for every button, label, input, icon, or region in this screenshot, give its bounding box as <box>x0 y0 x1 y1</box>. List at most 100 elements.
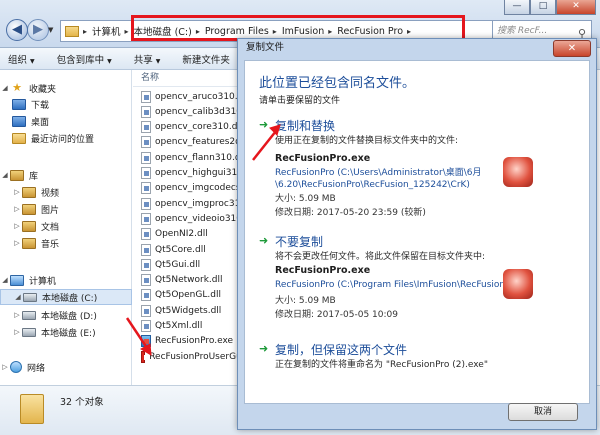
app-icon <box>503 157 533 187</box>
download-icon <box>12 98 26 110</box>
breadcrumb-computer[interactable]: 计算机 <box>92 24 121 38</box>
recent-places-icon <box>12 132 26 144</box>
music-icon <box>22 237 36 249</box>
file-row[interactable]: opencv_aruco310.dll <box>133 89 243 104</box>
drive-icon <box>22 310 36 320</box>
dll-file-icon <box>141 105 151 118</box>
nav-network[interactable]: ▷ 网络 <box>0 359 132 375</box>
file-row[interactable]: opencv_imgcodecs310.dll <box>133 181 243 196</box>
app-icon <box>503 269 533 299</box>
nav-item-drive-d[interactable]: ▷ 本地磁盘 (D:) <box>0 307 132 323</box>
forward-button[interactable]: ▶ <box>27 19 49 41</box>
nav-item-drive-e[interactable]: ▷ 本地磁盘 (E:) <box>0 324 132 340</box>
nav-libraries[interactable]: ◢ 库 <box>0 167 132 183</box>
option-description: 将不会更改任何文件。将此文件保留在目标文件夹中: <box>275 252 486 262</box>
file-row[interactable]: RecFusionProUserGuide.pdf <box>133 349 243 364</box>
file-name: Qt5Core.dll <box>155 244 206 255</box>
file-modified: 修改日期: 2017-05-20 23:59 (较新) <box>275 208 426 218</box>
network-icon <box>10 361 22 373</box>
back-button[interactable]: ◀ <box>6 19 28 41</box>
new-folder-button[interactable]: 新建文件夹 <box>182 52 230 66</box>
file-row[interactable]: Qt5Xml.dll <box>133 319 243 334</box>
maximize-button[interactable]: □ <box>530 0 556 15</box>
exe-file-icon <box>141 335 151 348</box>
chevron-down-icon: ▼ <box>155 57 161 65</box>
chevron-down-icon: ▼ <box>30 57 35 65</box>
file-row[interactable]: OpenNI2.dll <box>133 227 243 242</box>
nav-item-recent-places[interactable]: 最近访问的位置 <box>0 130 132 146</box>
file-row[interactable]: opencv_imgproc310.dll <box>133 196 243 211</box>
nav-computer[interactable]: ◢ 计算机 <box>0 272 132 288</box>
file-name: Qt5OpenGL.dll <box>155 290 221 301</box>
navigation-pane: ◢ ★ 收藏夹 下载 桌面 最近访问的位置 ◢ 库 ▷ 视频 ▷ 图片 ▷ 文档 ▷ 音乐 ◢… <box>0 70 132 385</box>
file-row[interactable]: Qt5Core.dll <box>133 242 243 257</box>
file-name: Qt5Widgets.dll <box>155 305 222 316</box>
dll-file-icon <box>141 136 151 149</box>
dialog-body: 此位置已经包含同名文件。 请单击要保留的文件 ➜ 复制和替换 使用正在复制的文件… <box>244 60 590 404</box>
star-icon: ★ <box>12 80 22 94</box>
document-icon <box>22 220 36 232</box>
file-name: opencv_calib3d310.dll <box>155 106 243 117</box>
file-name: Qt5Xml.dll <box>155 321 203 331</box>
nav-item-music[interactable]: ▷ 音乐 <box>0 235 132 251</box>
file-row[interactable]: opencv_videoio310.dll <box>133 211 243 226</box>
computer-icon <box>10 274 24 286</box>
file-list: 名称 opencv_aruco310.dll opencv_calib3d310.… <box>133 70 243 385</box>
option-copy-and-replace[interactable]: ➜ 复制和替换 使用正在复制的文件替换目标文件夹中的文件: RecFusionP… <box>259 117 579 247</box>
arrow-right-icon: ➜ <box>259 342 269 355</box>
nav-item-desktop[interactable]: 桌面 <box>0 113 132 129</box>
option-title: 复制，但保留这两个文件 <box>275 343 408 357</box>
dll-file-icon <box>141 182 151 195</box>
option-title: 不要复制 <box>275 235 324 249</box>
nav-item-documents[interactable]: ▷ 文档 <box>0 218 132 234</box>
folder-icon <box>65 25 79 37</box>
dialog-title: 复制文件 <box>246 42 285 53</box>
include-in-library-menu[interactable]: 包含到库中 ▼ <box>57 52 112 66</box>
option-title: 复制和替换 <box>275 119 336 133</box>
option-copy-keep-both[interactable]: ➜ 复制，但保留这两个文件 正在复制的文件将重命名为 "RecFusionPro… <box>259 341 579 377</box>
dialog-heading: 此位置已经包含同名文件。 <box>259 76 416 91</box>
desktop-icon <box>12 115 26 127</box>
nav-item-videos[interactable]: ▷ 视频 <box>0 184 132 200</box>
drive-icon <box>22 327 36 337</box>
file-row[interactable]: RecFusionPro.exe <box>133 334 243 349</box>
file-name: OpenNI2.dll <box>155 229 208 240</box>
dll-file-icon <box>141 243 151 256</box>
file-name: RecFusionPro.exe <box>155 336 234 347</box>
file-row[interactable]: opencv_features2d310.dll <box>133 135 243 150</box>
file-row[interactable]: Qt5Widgets.dll <box>133 303 243 318</box>
dll-file-icon <box>141 258 151 271</box>
column-header-name[interactable]: 名称 <box>133 70 243 87</box>
file-row[interactable]: Qt5OpenGL.dll <box>133 288 243 303</box>
cancel-button[interactable]: 取消 <box>508 403 578 421</box>
organize-menu[interactable]: 组织 ▼ <box>8 52 35 66</box>
file-name: opencv_imgproc310.dll <box>155 198 243 209</box>
share-menu[interactable]: 共享 ▼ <box>134 52 161 66</box>
file-name: opencv_flann310.dll <box>155 152 243 163</box>
file-row[interactable]: opencv_core310.dll <box>133 120 243 135</box>
option-do-not-copy[interactable]: ➜ 不要复制 将不会更改任何文件。将此文件保留在目标文件夹中: RecFusio… <box>259 233 579 343</box>
folder-icon <box>20 394 44 424</box>
close-button[interactable]: ✕ <box>556 0 596 15</box>
dll-file-icon <box>141 121 151 134</box>
minimize-button[interactable]: — <box>504 0 530 15</box>
video-icon <box>22 186 36 198</box>
library-icon <box>10 169 24 181</box>
dll-file-icon <box>141 197 151 210</box>
picture-icon <box>22 203 36 215</box>
nav-item-downloads[interactable]: 下载 <box>0 96 132 112</box>
file-row[interactable]: opencv_calib3d310.dll <box>133 104 243 119</box>
file-row[interactable]: opencv_flann310.dll <box>133 150 243 165</box>
file-row[interactable]: opencv_highgui310.dll <box>133 166 243 181</box>
nav-item-drive-c[interactable]: ◢ 本地磁盘 (C:) <box>0 289 132 305</box>
nav-favorites[interactable]: ◢ ★ 收藏夹 <box>0 80 132 96</box>
file-modified: 修改日期: 2017-05-05 10:09 <box>275 310 398 320</box>
file-name: opencv_highgui310.dll <box>155 168 243 178</box>
dll-file-icon <box>141 274 151 287</box>
nav-item-pictures[interactable]: ▷ 图片 <box>0 201 132 217</box>
file-size: 大小: 5.09 MB <box>275 194 336 204</box>
file-row[interactable]: Qt5Gui.dll <box>133 257 243 272</box>
recent-pages-dropdown[interactable]: ▼ <box>48 26 53 34</box>
file-row[interactable]: Qt5Network.dll <box>133 273 243 288</box>
dialog-close-button[interactable]: ✕ <box>553 40 591 57</box>
